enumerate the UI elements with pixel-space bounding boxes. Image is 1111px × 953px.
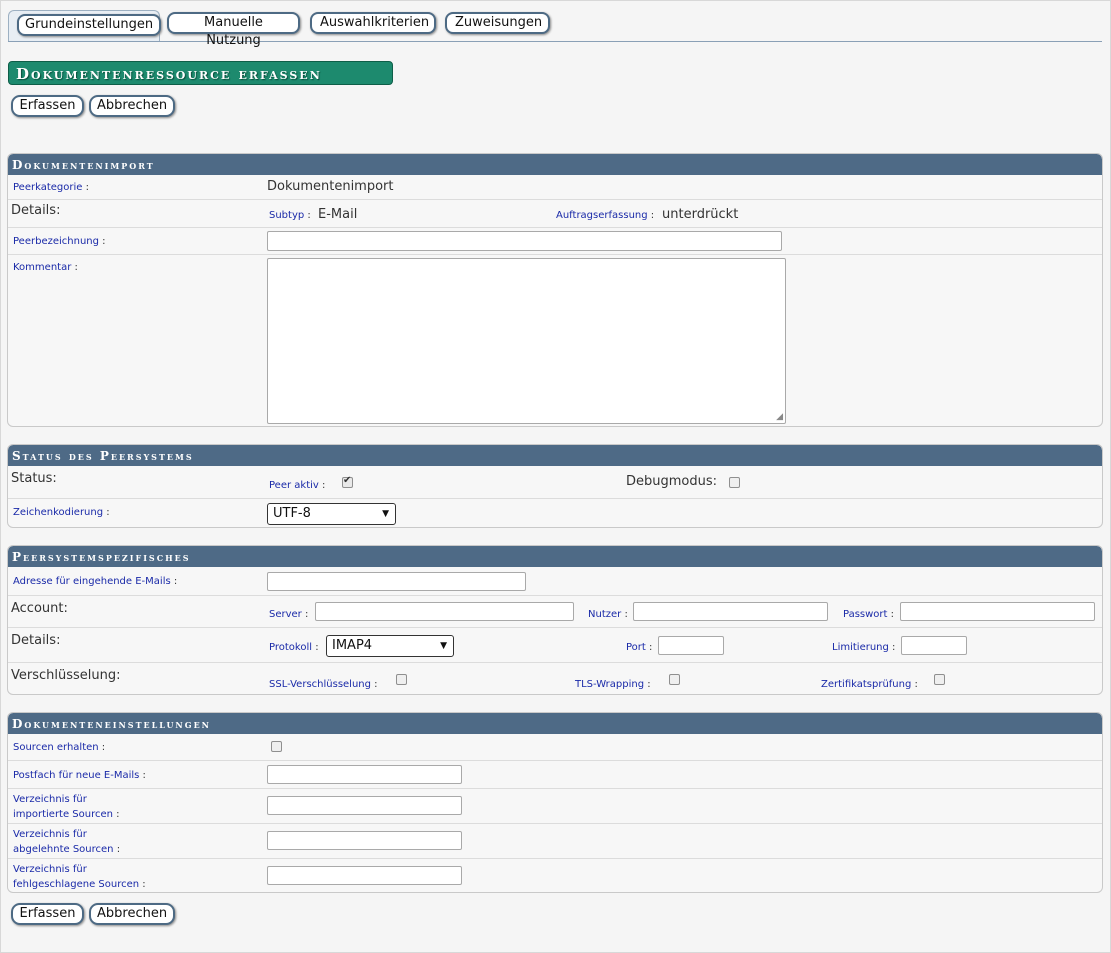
- debugmodus-checkbox[interactable]: [729, 477, 740, 488]
- create-button-bottom[interactable]: Erfassen: [11, 903, 84, 925]
- server-label: Server :: [269, 609, 309, 620]
- tab-bar: Grundeinstellungen Manuelle Nutzung Ausw…: [8, 10, 1102, 48]
- verschluesselung-label: Verschlüsselung:: [11, 668, 121, 683]
- section-title: Status des Peersystems: [8, 445, 1102, 466]
- rejected-dir-label: Verzeichnis für abgelehnte Sourcen :: [13, 829, 121, 855]
- ssl-label: SSL-Verschlüsselung :: [269, 679, 378, 690]
- section-title: Peersystemspezifisches: [8, 546, 1102, 567]
- row-sourcen-erhalten: Sourcen erhalten :: [8, 734, 1102, 760]
- port-input[interactable]: [658, 636, 724, 655]
- nutzer-label: Nutzer :: [588, 609, 628, 620]
- row-failed-dir: Verzeichnis für fehlgeschlagene Sourcen :: [8, 858, 1102, 892]
- status-label: Status:: [11, 471, 57, 486]
- kommentar-textarea[interactable]: ◢: [267, 258, 786, 424]
- resize-grip-icon[interactable]: ◢: [776, 412, 783, 422]
- imported-dir-input[interactable]: [267, 796, 462, 815]
- row-peerbezeichnung: Peerbezeichnung :: [8, 227, 1102, 254]
- peer-aktiv-label: Peer aktiv :: [269, 480, 326, 491]
- subtyp-value: E-Mail: [318, 207, 358, 222]
- postfach-label: Postfach für neue E-Mails :: [13, 770, 146, 781]
- kommentar-label: Kommentar :: [13, 262, 78, 273]
- row-rejected-dir: Verzeichnis für abgelehnte Sourcen :: [8, 823, 1102, 858]
- row-account: Account: Server : Nutzer : Passwort :: [8, 595, 1102, 627]
- tab-auswahlkriterien[interactable]: Auswahlkriterien: [310, 12, 436, 34]
- tab-zuweisungen[interactable]: Zuweisungen: [445, 12, 550, 34]
- tab-grundeinstellungen[interactable]: Grundeinstellungen: [8, 10, 162, 41]
- protokoll-select[interactable]: IMAP4 ▼: [326, 635, 454, 657]
- tls-label: TLS-Wrapping :: [575, 679, 651, 690]
- imported-dir-label: Verzeichnis für importierte Sourcen :: [13, 794, 120, 820]
- port-label: Port :: [626, 642, 653, 653]
- row-peerkategorie: Peerkategorie : Dokumentenimport: [8, 175, 1102, 199]
- server-input[interactable]: [315, 602, 574, 621]
- row-verschluesselung: Verschlüsselung: SSL-Verschlüsselung : T…: [8, 662, 1102, 694]
- sourcen-erhalten-label: Sourcen erhalten :: [13, 742, 106, 753]
- details-label: Details:: [11, 203, 61, 218]
- cancel-button-top[interactable]: Abbrechen: [89, 95, 175, 117]
- nutzer-input[interactable]: [633, 602, 828, 621]
- row-kommentar: Kommentar : ◢: [8, 254, 1102, 426]
- peerbezeichnung-input[interactable]: [267, 231, 782, 251]
- failed-dir-input[interactable]: [267, 866, 462, 885]
- chevron-down-icon: ▼: [440, 641, 447, 651]
- details-label: Details:: [11, 633, 61, 648]
- tab-manuelle-nutzung[interactable]: Manuelle Nutzung: [167, 12, 300, 48]
- row-status: Status: Peer aktiv : Debugmodus:: [8, 466, 1102, 498]
- section-dokumentenimport: Dokumentenimport Peerkategorie : Dokumen…: [7, 153, 1103, 427]
- failed-dir-label: Verzeichnis für fehlgeschlagene Sourcen :: [13, 864, 146, 890]
- section-status: Status des Peersystems Status: Peer akti…: [7, 444, 1103, 528]
- row-imported-dir: Verzeichnis für importierte Sourcen :: [8, 788, 1102, 823]
- auftrag-value: unterdrückt: [662, 207, 739, 222]
- section-title: Dokumenteneinstellungen: [8, 713, 1102, 734]
- sourcen-erhalten-checkbox[interactable]: [271, 741, 282, 752]
- row-postfach: Postfach für neue E-Mails :: [8, 760, 1102, 788]
- cancel-button-bottom[interactable]: Abbrechen: [89, 903, 175, 925]
- section-title: Dokumentenimport: [8, 154, 1102, 175]
- passwort-input[interactable]: [900, 602, 1095, 621]
- peerkategorie-value: Dokumentenimport: [267, 179, 394, 194]
- tls-checkbox[interactable]: [669, 674, 680, 685]
- protokoll-label: Protokoll :: [269, 642, 319, 653]
- peerkategorie-label: Peerkategorie :: [13, 182, 89, 193]
- row-protocol-details: Details: Protokoll : IMAP4 ▼ Port : Limi…: [8, 627, 1102, 662]
- account-label: Account:: [11, 601, 68, 616]
- chevron-down-icon: ▼: [382, 509, 389, 519]
- tab-grundeinstellungen-label: Grundeinstellungen: [17, 14, 162, 36]
- row-details: Details: Subtyp : E-Mail Auftragserfassu…: [8, 199, 1102, 227]
- ssl-checkbox[interactable]: [396, 674, 407, 685]
- section-peersystem: Peersystemspezifisches Adresse für einge…: [7, 545, 1103, 695]
- zertifikat-label: Zertifikatsprüfung :: [821, 679, 918, 690]
- incoming-address-label: Adresse für eingehende E-Mails :: [13, 576, 178, 587]
- passwort-label: Passwort :: [843, 609, 895, 620]
- zeichenkodierung-value: UTF-8: [273, 506, 311, 521]
- row-zeichenkodierung: Zeichenkodierung : UTF-8 ▼: [8, 498, 1102, 527]
- zeichenkodierung-label: Zeichenkodierung :: [13, 507, 110, 518]
- auftrag-label: Auftragserfassung :: [556, 210, 655, 221]
- debugmodus-label: Debugmodus:: [626, 474, 718, 489]
- create-button-top[interactable]: Erfassen: [11, 95, 84, 117]
- postfach-input[interactable]: [267, 765, 462, 784]
- protokoll-value: IMAP4: [332, 638, 373, 653]
- page-title: Dokumentenressource erfassen: [8, 61, 393, 85]
- peerbezeichnung-label: Peerbezeichnung :: [13, 236, 106, 247]
- incoming-address-input[interactable]: [267, 572, 526, 591]
- limitierung-input[interactable]: [901, 636, 967, 655]
- subtyp-label: Subtyp :: [269, 210, 311, 221]
- zeichenkodierung-select[interactable]: UTF-8 ▼: [267, 503, 396, 525]
- rejected-dir-input[interactable]: [267, 831, 462, 850]
- peer-aktiv-checkbox[interactable]: [342, 475, 353, 488]
- section-dokumenteneinstellungen: Dokumenteneinstellungen Sourcen erhalten…: [7, 712, 1103, 893]
- zertifikat-checkbox[interactable]: [934, 674, 945, 685]
- row-incoming-address: Adresse für eingehende E-Mails :: [8, 567, 1102, 595]
- limitierung-label: Limitierung :: [832, 642, 896, 653]
